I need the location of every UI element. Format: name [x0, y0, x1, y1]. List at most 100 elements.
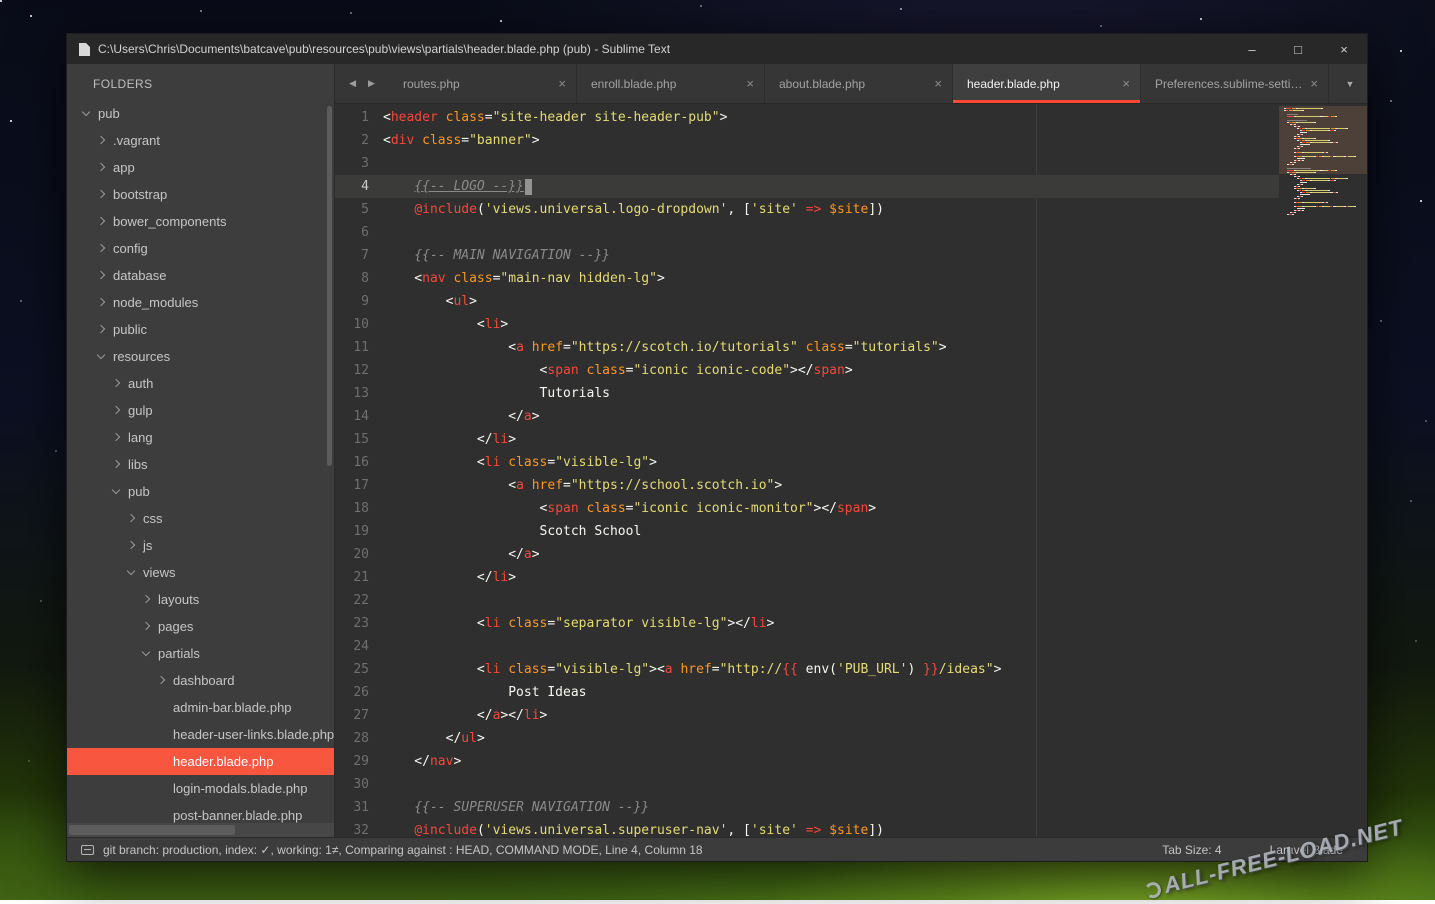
code-line-7[interactable]: 7 {{-- MAIN NAVIGATION --}} [335, 244, 1367, 267]
maximize-button[interactable]: □ [1275, 34, 1321, 64]
code-line-22[interactable]: 22 [335, 589, 1367, 612]
code-editor[interactable]: 1<header class="site-header site-header-… [335, 104, 1367, 837]
code-line-11[interactable]: 11 <a href="https://scotch.io/tutorials"… [335, 336, 1367, 359]
back-arrow-icon[interactable]: ◀ [349, 78, 356, 89]
chevron-right-icon[interactable] [112, 460, 120, 468]
code-line-19[interactable]: 19 Scotch School [335, 520, 1367, 543]
code-line-6[interactable]: 6 [335, 221, 1367, 244]
code-line-18[interactable]: 18 <span class="iconic iconic-monitor"><… [335, 497, 1367, 520]
tree-folder-.vagrant[interactable]: .vagrant [67, 127, 334, 154]
code-line-10[interactable]: 10 <li> [335, 313, 1367, 336]
tab-header.blade.php[interactable]: header.blade.php× [953, 64, 1141, 103]
code-line-28[interactable]: 28 </ul> [335, 727, 1367, 750]
tree-file-admin-bar.blade.php[interactable]: admin-bar.blade.php [67, 694, 334, 721]
tree-folder-config[interactable]: config [67, 235, 334, 262]
status-panel-icon[interactable] [81, 845, 94, 855]
code-line-25[interactable]: 25 <li class="visible-lg"><a href="http:… [335, 658, 1367, 681]
code-line-8[interactable]: 8 <nav class="main-nav hidden-lg"> [335, 267, 1367, 290]
tree-folder-libs[interactable]: libs [67, 451, 334, 478]
tree-folder-bower_components[interactable]: bower_components [67, 208, 334, 235]
tree-folder-pub[interactable]: pub [67, 478, 334, 505]
tab-size-indicator[interactable]: Tab Size: 4 [1162, 843, 1221, 857]
sidebar-horizontal-scrollbar[interactable] [67, 823, 334, 837]
tree-file-login-modals.blade.php[interactable]: login-modals.blade.php [67, 775, 334, 802]
chevron-down-icon[interactable] [142, 648, 150, 656]
tree-folder-pages[interactable]: pages [67, 613, 334, 640]
code-line-4[interactable]: 4 {{-- LOGO --}} [335, 175, 1367, 198]
close-icon[interactable]: × [926, 76, 942, 91]
tree-folder-css[interactable]: css [67, 505, 334, 532]
chevron-right-icon[interactable] [112, 379, 120, 387]
code-line-23[interactable]: 23 <li class="separator visible-lg"></li… [335, 612, 1367, 635]
code-line-27[interactable]: 27 </a></li> [335, 704, 1367, 727]
tree-folder-bootstrap[interactable]: bootstrap [67, 181, 334, 208]
code-line-3[interactable]: 3 [335, 152, 1367, 175]
code-line-5[interactable]: 5 @include('views.universal.logo-dropdow… [335, 198, 1367, 221]
code-line-9[interactable]: 9 <ul> [335, 290, 1367, 313]
code-line-20[interactable]: 20 </a> [335, 543, 1367, 566]
scrollbar-thumb[interactable] [69, 825, 235, 835]
code-line-13[interactable]: 13 Tutorials [335, 382, 1367, 405]
tree-folder-gulp[interactable]: gulp [67, 397, 334, 424]
tree-file-header-user-links.blade.php[interactable]: header-user-links.blade.php [67, 721, 334, 748]
close-icon[interactable]: × [1302, 76, 1318, 91]
tree-folder-layouts[interactable]: layouts [67, 586, 334, 613]
minimize-button[interactable]: – [1229, 34, 1275, 64]
code-line-17[interactable]: 17 <a href="https://school.scotch.io"> [335, 474, 1367, 497]
forward-arrow-icon[interactable]: ▶ [368, 78, 375, 89]
close-icon[interactable]: × [1114, 76, 1130, 91]
code-line-29[interactable]: 29 </nav> [335, 750, 1367, 773]
chevron-down-icon[interactable] [82, 108, 90, 116]
tab-routes.php[interactable]: routes.php× [389, 64, 577, 103]
chevron-right-icon[interactable] [127, 514, 135, 522]
code-line-15[interactable]: 15 </li> [335, 428, 1367, 451]
code-line-30[interactable]: 30 [335, 773, 1367, 796]
code-area[interactable]: 1<header class="site-header site-header-… [335, 104, 1367, 837]
tree-file-header.blade.php[interactable]: header.blade.php [67, 748, 334, 775]
tree-folder-dashboard[interactable]: dashboard [67, 667, 334, 694]
chevron-right-icon[interactable] [97, 325, 105, 333]
tab-about.blade.php[interactable]: about.blade.php× [765, 64, 953, 103]
title-bar[interactable]: C:\Users\Chris\Documents\batcave\pub\res… [67, 34, 1367, 64]
chevron-right-icon[interactable] [142, 595, 150, 603]
code-line-32[interactable]: 32 @include('views.universal.superuser-n… [335, 819, 1367, 837]
tree-folder-public[interactable]: public [67, 316, 334, 343]
sidebar-vertical-scrollbar[interactable] [327, 106, 332, 466]
close-icon[interactable]: × [550, 76, 566, 91]
chevron-right-icon[interactable] [127, 541, 135, 549]
code-line-1[interactable]: 1<header class="site-header site-header-… [335, 106, 1367, 129]
code-line-21[interactable]: 21 </li> [335, 566, 1367, 589]
chevron-right-icon[interactable] [97, 298, 105, 306]
tab-overflow-dropdown[interactable]: ▼ [1333, 64, 1367, 103]
chevron-right-icon[interactable] [97, 190, 105, 198]
chevron-right-icon[interactable] [97, 217, 105, 225]
tree-folder-views[interactable]: views [67, 559, 334, 586]
tree-folder-database[interactable]: database [67, 262, 334, 289]
chevron-right-icon[interactable] [97, 163, 105, 171]
tree-folder-auth[interactable]: auth [67, 370, 334, 397]
chevron-right-icon[interactable] [97, 244, 105, 252]
code-line-26[interactable]: 26 Post Ideas [335, 681, 1367, 704]
tree-folder-app[interactable]: app [67, 154, 334, 181]
close-icon[interactable]: × [738, 76, 754, 91]
minimap[interactable] [1279, 104, 1367, 837]
code-line-14[interactable]: 14 </a> [335, 405, 1367, 428]
tab-enroll.blade.php[interactable]: enroll.blade.php× [577, 64, 765, 103]
code-line-16[interactable]: 16 <li class="visible-lg"> [335, 451, 1367, 474]
code-line-31[interactable]: 31 {{-- SUPERUSER NAVIGATION --}} [335, 796, 1367, 819]
chevron-down-icon[interactable] [127, 567, 135, 575]
code-line-12[interactable]: 12 <span class="iconic iconic-code"></sp… [335, 359, 1367, 382]
chevron-right-icon[interactable] [112, 433, 120, 441]
tree-folder-node_modules[interactable]: node_modules [67, 289, 334, 316]
close-button[interactable]: × [1321, 34, 1367, 64]
tree-folder-resources[interactable]: resources [67, 343, 334, 370]
chevron-right-icon[interactable] [157, 676, 165, 684]
tree-folder-lang[interactable]: lang [67, 424, 334, 451]
chevron-right-icon[interactable] [97, 271, 105, 279]
chevron-right-icon[interactable] [142, 622, 150, 630]
chevron-right-icon[interactable] [112, 406, 120, 414]
tab-Preferences.sublime-settings[interactable]: Preferences.sublime-settings× [1141, 64, 1329, 103]
tree-folder-js[interactable]: js [67, 532, 334, 559]
chevron-down-icon[interactable] [112, 486, 120, 494]
tree-folder-partials[interactable]: partials [67, 640, 334, 667]
